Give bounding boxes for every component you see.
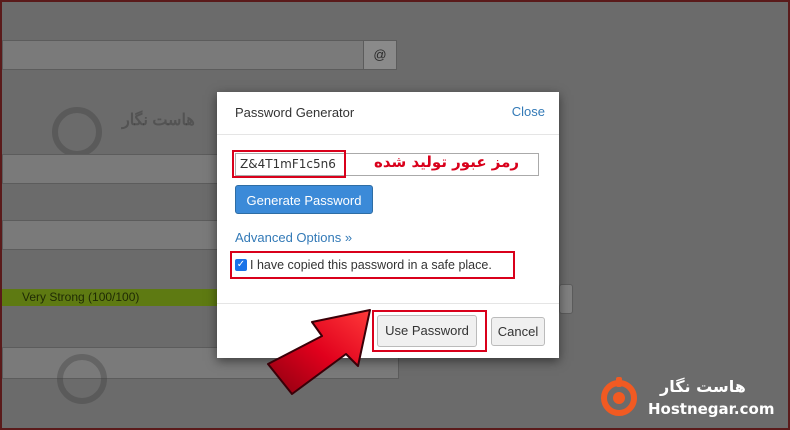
pointer-arrow-icon <box>267 309 371 395</box>
background-at-addon: @ <box>363 40 397 70</box>
advanced-options-link[interactable]: Advanced Options » <box>235 230 352 245</box>
background-watermark-logo-3 <box>57 354 107 404</box>
background-strength-bar: Very Strong (100/100) <box>2 289 217 306</box>
brand-name-persian: هاست نگار <box>660 377 746 396</box>
close-link[interactable]: Close <box>512 104 545 119</box>
password-highlight-box <box>232 150 346 178</box>
confirm-checkbox[interactable]: ✓ <box>235 259 247 271</box>
background-watermark-logo <box>52 107 102 157</box>
background-input-2[interactable] <box>2 220 219 250</box>
dialog-title: Password Generator <box>235 105 355 120</box>
screenshot-frame: @ هاست نگار Very Strong (100/100) Passwo… <box>0 0 790 430</box>
hostnegar-logo-icon <box>601 377 637 416</box>
brand-name-english: Hostnegar.com <box>648 400 775 418</box>
password-annotation-caption: رمز عبور تولید شده <box>374 153 520 171</box>
background-input-1[interactable] <box>2 154 219 184</box>
use-password-button[interactable]: Use Password <box>377 315 477 347</box>
cancel-button[interactable]: Cancel <box>491 317 545 346</box>
background-watermark-text: هاست نگار <box>122 112 195 129</box>
dialog-header: Password Generator Close <box>217 92 559 135</box>
background-button-edge[interactable] <box>559 284 573 314</box>
generate-password-button[interactable]: Generate Password <box>235 185 373 214</box>
background-email-input[interactable] <box>2 40 364 70</box>
confirm-checkbox-label[interactable]: I have copied this password in a safe pl… <box>250 258 492 272</box>
